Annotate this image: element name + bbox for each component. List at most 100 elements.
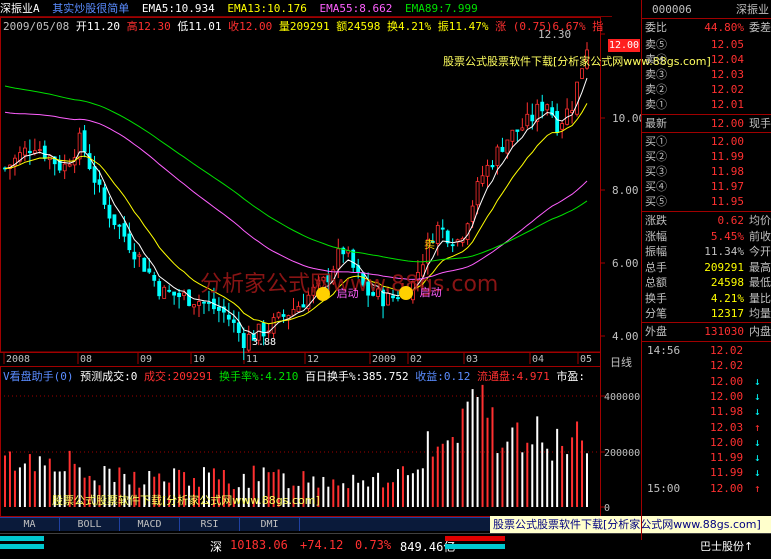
stat-row-value: 4.21%	[710, 291, 744, 305]
candle-body	[27, 150, 32, 154]
tick-row[interactable]: 12.00 ↓	[642, 374, 771, 389]
quote-line: 2009/05/08 开11.20 高12.30 低11.01 收12.00 量…	[3, 18, 603, 34]
candle-body	[580, 68, 584, 79]
candle-body	[177, 292, 182, 298]
candle-body	[236, 322, 241, 333]
status-broker[interactable]: 巴士股份↑	[700, 538, 753, 554]
signal-text: 启动	[419, 286, 442, 299]
period-label[interactable]: 日线	[610, 354, 632, 370]
volume-tick-label: 200000	[604, 448, 640, 459]
quote-amplitude: 振11.47%	[437, 20, 489, 33]
signal-dot-icon	[316, 287, 330, 301]
tick-row[interactable]: 12.00 ↓	[642, 435, 771, 450]
candle-body	[575, 81, 579, 115]
tick-row[interactable]: 11.99 ↓	[642, 450, 771, 465]
candle-body	[231, 319, 236, 323]
ask-row-label: 卖①	[645, 98, 667, 111]
stock-short-name: 深振业	[736, 3, 769, 16]
formula-name[interactable]: 其实炒股很简单	[52, 2, 129, 15]
ask-row-value: 12.05	[710, 38, 744, 51]
tick-row[interactable]: 12.00 ↓	[642, 389, 771, 404]
stat-row[interactable]: 振幅 11.34% 今开	[642, 244, 771, 259]
stat-row-label2: 最高	[749, 260, 771, 274]
tab-ma[interactable]: MA	[0, 518, 60, 531]
bid-row[interactable]: 买④ 11.97	[642, 179, 771, 194]
tick-row[interactable]: 14:56 12.02	[642, 343, 771, 358]
stat-row[interactable]: 总额 24598 最低	[642, 275, 771, 290]
candle-body	[147, 268, 152, 273]
time-tick-label: 08	[80, 354, 92, 365]
tick-price: 12.03	[710, 420, 744, 434]
stat-row-label: 总额	[645, 276, 667, 289]
bid-row[interactable]: 买① 12.00	[642, 134, 771, 149]
tick-dir-icon: ↓	[754, 374, 761, 388]
candle-body	[137, 254, 142, 257]
tick-row[interactable]: 11.98 ↓	[642, 404, 771, 419]
kline-chart-area[interactable]: 12.3010.008.006.004.00200808091011122009…	[0, 0, 641, 517]
candle-body	[67, 163, 72, 167]
buy-signal-2[interactable]: 启动	[399, 284, 442, 300]
panel-divider	[642, 114, 771, 115]
ask-row[interactable]: 卖⑤ 12.05	[642, 37, 771, 52]
tick-price: 12.00	[710, 389, 744, 403]
tick-dir-icon: ↓	[754, 435, 761, 449]
stat-row[interactable]: 涨跌 0.62 均价	[642, 213, 771, 228]
ratio-label: 委比	[645, 21, 667, 34]
tab-macd[interactable]: MACD	[120, 518, 180, 531]
proceeds: 收益:0.12	[415, 370, 471, 383]
tick-price: 12.02	[710, 344, 744, 357]
tab-dmi[interactable]: DMI	[240, 518, 300, 531]
tick-row[interactable]: 12.02	[642, 358, 771, 373]
stat-row[interactable]: 分笔 12317 均量	[642, 306, 771, 321]
tick-row[interactable]: 12.03 ↑	[642, 420, 771, 435]
tick-row[interactable]: 11.99 ↓	[642, 465, 771, 480]
candle-body	[162, 286, 167, 299]
stat-row[interactable]: 换手 4.21% 量比	[642, 291, 771, 306]
candle-body	[182, 292, 186, 297]
price-tick-label: 6.00	[612, 257, 639, 270]
stock-name[interactable]: 深振业A	[0, 2, 40, 15]
quote-low: 低11.01	[177, 20, 222, 33]
stat-row-label: 分笔	[645, 307, 667, 320]
ema13-value: EMA13:10.176	[227, 2, 307, 15]
ask-row[interactable]: 卖④ 12.04	[642, 52, 771, 67]
candle-body	[296, 305, 301, 312]
stat-row-label: 振幅	[645, 245, 667, 258]
bid-row[interactable]: 买② 11.99	[642, 149, 771, 164]
indicator-tab-bar: MA BOLL MACD RSI DMI	[0, 517, 490, 531]
order-ratio-row: 委比 44.80% 委差	[642, 20, 771, 35]
stat-row[interactable]: 总手 209291 最高	[642, 260, 771, 275]
ask-row[interactable]: 卖① 12.01	[642, 97, 771, 112]
candle-body	[37, 149, 42, 152]
candle-body	[530, 114, 535, 122]
forecast-volume: 预测成交:0	[80, 370, 138, 383]
stat-row-value: 0.62	[717, 214, 745, 227]
ask-row[interactable]: 卖② 12.02	[642, 82, 771, 97]
tab-rsi[interactable]: RSI	[180, 518, 240, 531]
panel-divider	[642, 322, 771, 323]
buy-signal-1[interactable]: 启动	[316, 285, 359, 301]
tick-row[interactable]: 15:00 12.00 ↑	[642, 481, 771, 496]
candle-body	[92, 166, 97, 183]
tick-dir-icon: ↑	[754, 420, 761, 434]
candle-body	[435, 225, 440, 244]
candle-body	[475, 181, 480, 206]
low-price-label: 3.88	[252, 337, 277, 348]
panel-divider	[642, 132, 771, 133]
candle-body	[122, 223, 127, 237]
stat-row-label: 涨跌	[645, 214, 667, 227]
stat-row[interactable]: 涨幅 5.45% 前收	[642, 229, 771, 244]
helper-title[interactable]: V看盘助手(0)	[3, 370, 74, 383]
tab-boll[interactable]: BOLL	[60, 518, 120, 531]
candle-body	[515, 129, 520, 132]
candle-body	[281, 314, 286, 317]
float-shares: 流通盘:4.971	[476, 370, 550, 383]
candle-body	[167, 289, 172, 292]
time-tick-label: 09	[140, 354, 152, 365]
quote-open: 开11.20	[75, 20, 120, 33]
chart-title-bar: 深振业A 其实炒股很简单 EMA5:10.934 EMA13:10.176 EM…	[0, 0, 612, 17]
bid-row[interactable]: 买③ 11.98	[642, 164, 771, 179]
tick-price: 12.02	[710, 359, 744, 373]
bid-row[interactable]: 买⑤ 11.95	[642, 194, 771, 209]
ask-row[interactable]: 卖③ 12.03	[642, 67, 771, 82]
